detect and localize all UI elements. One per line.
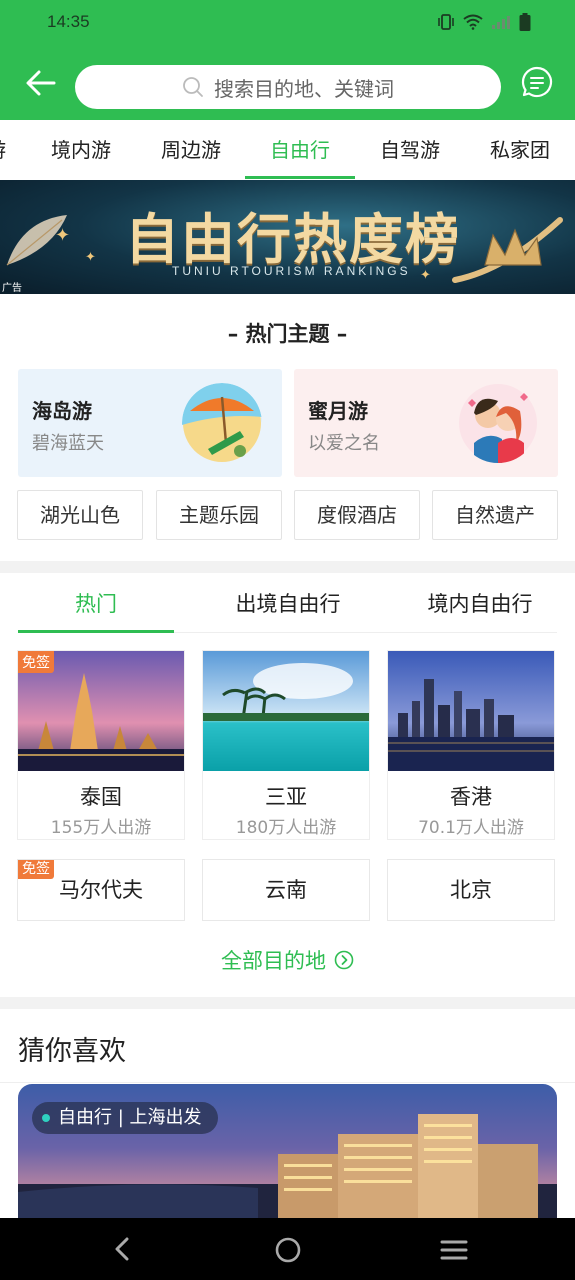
tab-free-travel[interactable]: 自由行	[245, 120, 355, 180]
divider	[0, 1082, 575, 1083]
theme-desc: 以爱之名	[308, 433, 380, 454]
nav-menu-icon[interactable]	[440, 1238, 468, 1262]
tag-natural-heritage[interactable]: 自然遗产	[432, 490, 558, 540]
nav-back-icon[interactable]	[110, 1236, 134, 1262]
dest-tab-indicator	[18, 630, 174, 633]
section-title: – 热门主题 –	[227, 322, 348, 346]
signal-icon	[492, 16, 510, 29]
nav-home-icon[interactable]	[274, 1236, 302, 1264]
theme-card-island[interactable]: 海岛游 碧海蓝天	[18, 369, 282, 477]
tag-theme-park[interactable]: 主题乐园	[156, 490, 282, 540]
dest-count: 70.1万人出游	[418, 818, 524, 838]
battery-icon	[519, 13, 531, 31]
dest-tab-domestic[interactable]: 境内自由行	[390, 573, 570, 633]
tag-lakes-mountains[interactable]: 湖光山色	[17, 490, 143, 540]
message-icon[interactable]	[521, 66, 553, 98]
dest-name: 三亚	[265, 785, 307, 809]
route-tag: 自由行 | 上海出发	[32, 1102, 218, 1134]
theme-name: 蜜月游	[308, 399, 368, 423]
dest-name: 香港	[450, 785, 492, 809]
dest-item-beijing[interactable]: 北京	[387, 859, 555, 921]
recommend-section: 猜你喜欢 自由行 | 上海出发	[0, 1009, 575, 1244]
banner-title: 自由行热度榜	[125, 208, 461, 271]
tab-nearby[interactable]: 周边游	[136, 120, 246, 180]
dest-count: 155万人出游	[50, 818, 152, 838]
crown-icon	[452, 217, 563, 283]
couple-icon	[459, 384, 537, 463]
banner-subtitle: TUNIU RTOURISM RANKINGS	[172, 264, 411, 278]
status-time: 14:35	[47, 12, 90, 31]
tab-self-drive[interactable]: 自驾游	[355, 120, 465, 180]
route-tag-label: 自由行 | 上海出发	[58, 1107, 202, 1128]
theme-card-honeymoon[interactable]: 蜜月游 以爱之名	[294, 369, 558, 477]
status-icons	[437, 13, 531, 31]
search-placeholder: 搜索目的地、关键词	[214, 76, 394, 101]
all-destinations-link[interactable]: 全部目的地	[0, 945, 575, 975]
back-arrow-icon[interactable]	[24, 66, 58, 100]
hot-themes-section: – 热门主题 – 海岛游 碧海蓝天 蜜月游 以爱之名 湖光山色 主题乐园 度假酒…	[0, 294, 575, 561]
dest-card-hongkong[interactable]: 香港 70.1万人出游	[387, 650, 555, 840]
dest-card-thailand[interactable]: 免签 泰国 155万人出游	[17, 650, 185, 840]
dest-item-yunnan[interactable]: 云南	[202, 859, 370, 921]
dest-name: 泰国	[80, 785, 122, 809]
dest-item-maldives[interactable]: 马尔代夫 免签	[17, 859, 185, 921]
search-input[interactable]: 搜索目的地、关键词	[75, 65, 501, 109]
vibrate-icon	[438, 14, 454, 30]
promo-banner[interactable]: ✦ ✦ ✦ 自由行热度榜 TUNIU RTOURISM RANKINGS 广告	[0, 180, 575, 294]
sparkle-icon: ✦	[85, 250, 96, 265]
system-nav-bar	[0, 1218, 575, 1280]
tab-indicator	[245, 176, 355, 179]
dot-icon	[42, 1114, 50, 1122]
wifi-icon	[463, 14, 483, 30]
hongkong-photo	[388, 651, 554, 771]
tag-resort-hotel[interactable]: 度假酒店	[294, 490, 420, 540]
tab-domestic[interactable]: 境内游	[26, 120, 136, 180]
tab-partial[interactable]: 游	[0, 120, 6, 180]
sparkle-icon: ✦	[55, 225, 71, 246]
destinations-section: 热门 出境自由行 境内自由行 免签 泰国 155万人出游 三亚 180万人出游 …	[0, 573, 575, 997]
beach-umbrella-icon	[182, 383, 262, 462]
ad-label: 广告	[2, 283, 22, 294]
chevron-right-circle-icon	[334, 950, 354, 970]
theme-name: 海岛游	[32, 399, 92, 423]
dest-count: 180万人出游	[235, 818, 337, 838]
recommend-title: 猜你喜欢	[18, 1036, 126, 1067]
all-destinations-label: 全部目的地	[221, 949, 326, 973]
sanya-photo	[203, 651, 369, 771]
theme-desc: 碧海蓝天	[32, 433, 104, 454]
category-tabs: 游 境内游 周边游 自由行 自驾游 私家团	[0, 120, 575, 180]
app-screen: 14:35 搜索目的地、关键词 游 境内游 周边游 自由行 自驾游 私家团 ✦ …	[0, 0, 575, 1280]
tab-private-group[interactable]: 私家团	[465, 120, 575, 180]
header: 14:35 搜索目的地、关键词	[0, 0, 575, 120]
dest-name: 马尔代夫	[59, 878, 143, 902]
dest-tab-hot[interactable]: 热门	[18, 573, 174, 633]
dest-tab-outbound[interactable]: 出境自由行	[200, 573, 376, 633]
visa-free-badge: 免签	[18, 651, 54, 673]
search-icon	[183, 77, 203, 97]
dest-card-sanya[interactable]: 三亚 180万人出游	[202, 650, 370, 840]
visa-free-badge: 免签	[18, 860, 54, 879]
